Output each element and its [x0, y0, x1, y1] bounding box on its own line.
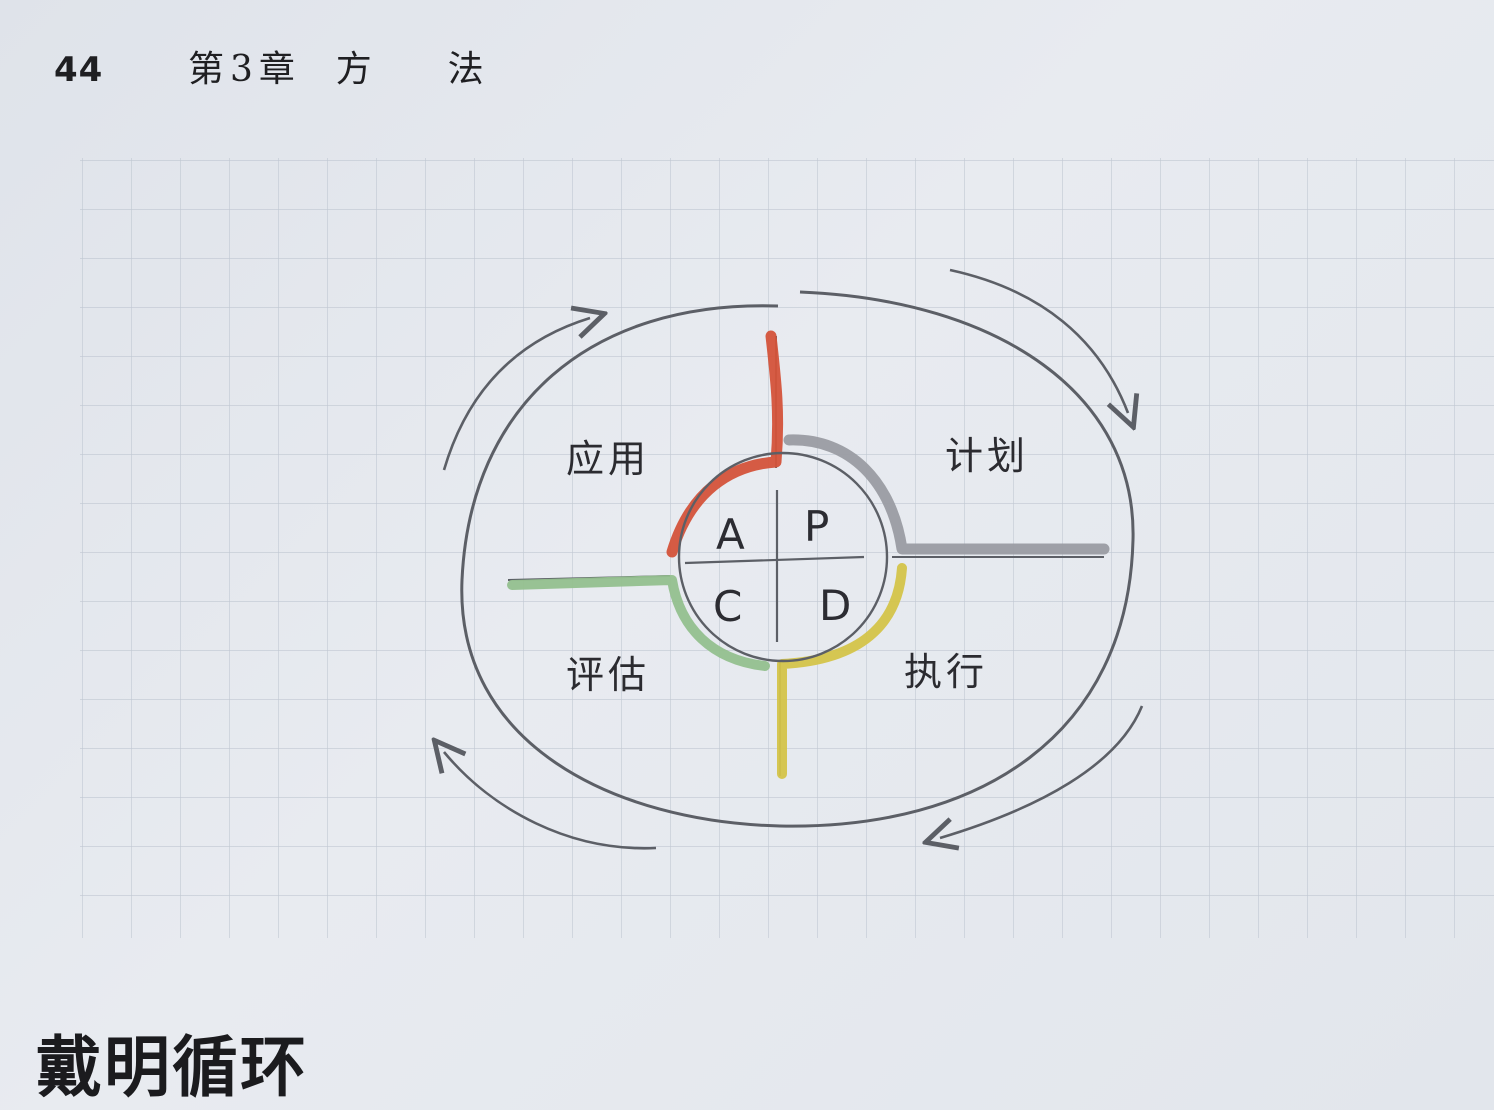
- letter-p: P: [804, 502, 829, 551]
- book-page: 44 第3章 方 法 A P C D 应用 计划 评估 执行 戴明循环: [0, 0, 1494, 1110]
- pdca-diagram: A P C D 应用 计划 评估 执行: [80, 158, 1494, 938]
- letter-d: D: [819, 581, 851, 630]
- letter-a: A: [716, 510, 745, 559]
- label-evaluate: 评估: [566, 653, 650, 697]
- label-plan: 计划: [945, 434, 1029, 478]
- label-execute: 执行: [904, 650, 988, 694]
- grid-paper: [80, 158, 1494, 938]
- letter-c: C: [713, 582, 742, 631]
- label-apply: 应用: [566, 437, 650, 481]
- section-heading: 戴明循环: [36, 1029, 308, 1106]
